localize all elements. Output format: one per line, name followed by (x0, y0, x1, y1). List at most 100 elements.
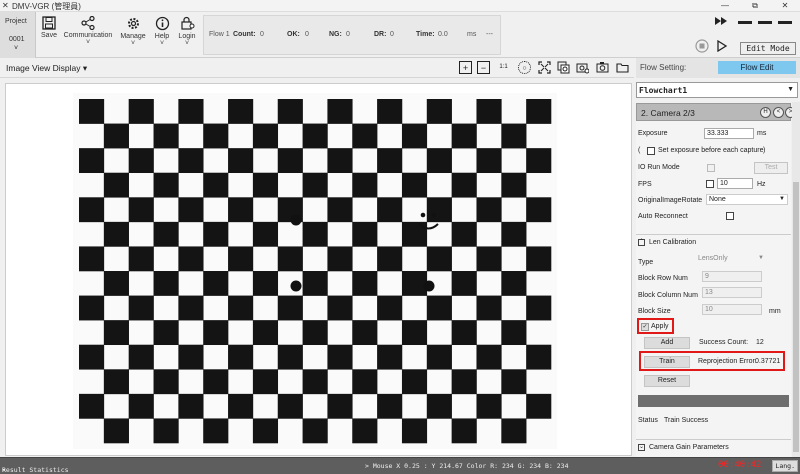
board-square (128, 99, 154, 124)
zoom-out-icon[interactable]: − (477, 61, 490, 74)
help-icon[interactable]: H (760, 107, 771, 118)
board-square (327, 246, 353, 272)
block-size-input[interactable]: 10 (702, 304, 762, 315)
scrollbar-thumb[interactable] (793, 182, 799, 452)
exposure-input[interactable]: 33.333 (704, 128, 754, 139)
board-square (228, 295, 254, 321)
expand-icon[interactable]: ⌄ (638, 444, 645, 451)
save-button[interactable]: Save (38, 16, 60, 56)
type-select[interactable]: LensOnly ▼ (696, 254, 764, 265)
close-button[interactable]: ✕ (770, 0, 800, 12)
len-calibration-section[interactable]: ⌃ Len Calibration (636, 234, 791, 248)
stop-icon[interactable] (695, 39, 709, 53)
block-column-input[interactable]: 13 (702, 287, 762, 298)
checkerboard (79, 99, 552, 444)
image-canvas[interactable] (5, 83, 632, 456)
play-icon[interactable] (716, 40, 728, 52)
board-marker-dot (290, 214, 302, 226)
exposure-unit: ms (757, 130, 767, 137)
auto-reconnect-checkbox[interactable] (726, 212, 734, 220)
test-button[interactable]: Test (754, 162, 788, 174)
communication-button[interactable]: Communication ˅ (62, 16, 114, 56)
language-button[interactable]: Lang. (772, 460, 798, 472)
zoom-in-icon[interactable]: + (459, 61, 472, 74)
ok-value: 0 (305, 31, 309, 38)
exposure-label: Exposure (638, 130, 668, 137)
snapshot-icon[interactable] (596, 61, 609, 74)
apply-label: Apply (651, 323, 669, 330)
count-value: 0 (260, 31, 264, 38)
lock-user-icon (180, 16, 194, 30)
apply-checkbox[interactable]: ✓ (641, 323, 649, 331)
board-square (302, 221, 328, 247)
rotate-select[interactable]: None ▼ (706, 194, 788, 205)
train-button[interactable]: Train (644, 356, 690, 368)
edit-mode-button[interactable]: Edit Mode (740, 42, 796, 55)
reprojection-error-label: Reprojection Error: (698, 358, 757, 365)
type-value: LensOnly (698, 255, 728, 262)
minimize-button[interactable]: — (710, 0, 740, 12)
fast-forward-icon[interactable] (714, 16, 728, 26)
board-square (252, 271, 279, 296)
chevron-down-icon: ▼ (779, 196, 785, 202)
chevron-down-icon: ▼ (787, 86, 794, 93)
help-button[interactable]: Help ˅ (151, 16, 173, 56)
fps-input[interactable]: 10 (717, 178, 753, 189)
status-label: Status (638, 417, 658, 424)
flow-statistics: Flow 1 Count: 0 OK: 0 NG: 0 DR: 0 Time: … (203, 15, 501, 55)
fps-checkbox[interactable] (706, 180, 714, 188)
flow-edit-button[interactable]: Flow Edit (718, 61, 796, 74)
login-button[interactable]: Login ˅ (175, 16, 199, 56)
fit-icon[interactable]: ○ (518, 61, 531, 74)
time-label: Time: (416, 31, 435, 38)
add-button[interactable]: Add (644, 337, 690, 349)
board-square (377, 99, 403, 124)
board-square (277, 148, 303, 174)
ratio-icon[interactable]: 1:1 (497, 61, 510, 74)
project-value: 0001 (9, 36, 25, 43)
board-square (476, 295, 502, 321)
board-square (103, 418, 129, 444)
board-square (79, 344, 105, 370)
chevron-down-icon: ˅ (159, 40, 165, 47)
board-square (228, 246, 254, 272)
flowchart-select[interactable]: Flowchart1 ▼ (636, 82, 798, 98)
board-square (526, 246, 552, 272)
image-view-title[interactable]: Image View Display ▾ (6, 63, 87, 74)
board-square (426, 99, 452, 124)
set-exposure-checkbox[interactable] (647, 147, 655, 155)
board-square (352, 271, 378, 296)
board-square (153, 172, 179, 198)
previous-icon[interactable]: < (773, 107, 784, 118)
manage-button[interactable]: Manage ˅ (118, 16, 148, 56)
board-square (203, 369, 229, 395)
layers-icon[interactable] (557, 61, 570, 74)
calibration-board-image (73, 93, 557, 449)
mouse-readout: > Mouse X 0.25 : Y 214.67 Color R: 234 G… (365, 462, 569, 470)
board-square (128, 197, 154, 223)
progress-bar (638, 395, 789, 407)
collapse-icon[interactable]: ⌃ (638, 239, 645, 246)
block-row-input[interactable]: 9 (702, 271, 762, 282)
board-square (327, 148, 353, 174)
project-selector[interactable]: Project 0001 ˅ (0, 12, 36, 58)
fullscreen-icon[interactable] (538, 61, 551, 74)
board-square (178, 246, 204, 272)
restore-button[interactable]: ⧉ (740, 0, 770, 12)
camera-settings-icon[interactable] (576, 61, 589, 74)
io-run-checkbox[interactable] (707, 164, 715, 172)
folder-icon[interactable] (616, 61, 629, 74)
board-square (377, 295, 403, 321)
board-square (252, 221, 279, 247)
board-square (401, 123, 428, 149)
board-square (103, 172, 129, 198)
properties-scrollbar[interactable] (792, 102, 800, 457)
board-square (153, 369, 179, 395)
ok-label: OK: (287, 31, 300, 38)
reset-button[interactable]: Reset (644, 375, 690, 387)
board-square (128, 295, 154, 321)
camera-gain-section[interactable]: ⌄ Camera Gain Parameters (636, 439, 791, 453)
board-square (377, 148, 403, 174)
reprojection-error-value: 0.37721 (755, 358, 781, 365)
board-square (178, 148, 204, 174)
